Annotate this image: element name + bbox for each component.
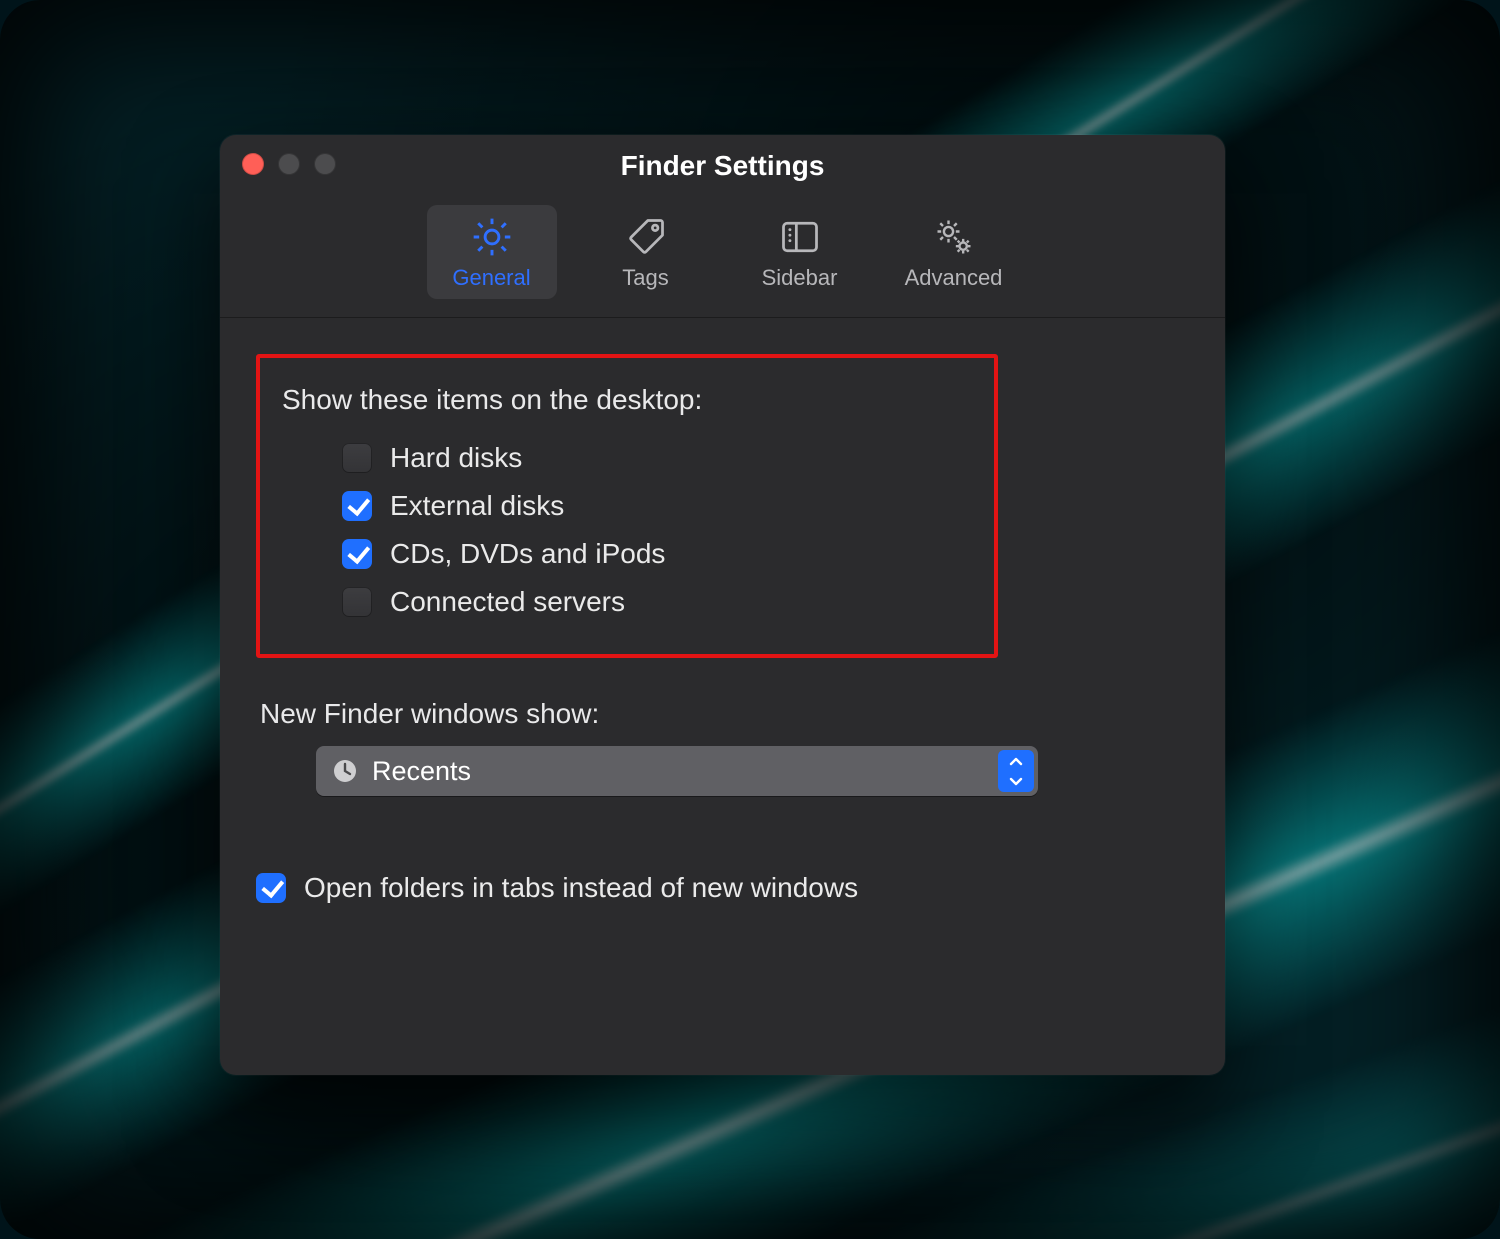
- gear-icon: [469, 215, 515, 259]
- checkbox-label: CDs, DVDs and iPods: [390, 538, 665, 570]
- checkbox-hard-disks[interactable]: [342, 443, 372, 473]
- checkbox-cds-dvds-ipods[interactable]: [342, 539, 372, 569]
- sidebar-icon: [777, 215, 823, 259]
- select-stepper[interactable]: [998, 750, 1034, 792]
- checkbox-row-hard-disks[interactable]: Hard disks: [282, 434, 972, 482]
- tab-tags[interactable]: Tags: [581, 205, 711, 299]
- checkbox-label: Connected servers: [390, 586, 625, 618]
- tag-icon: [623, 215, 669, 259]
- tabs-option-section: Open folders in tabs instead of new wind…: [256, 864, 1189, 912]
- tab-sidebar[interactable]: Sidebar: [735, 205, 865, 299]
- desktop-items-section-highlight: Show these items on the desktop: Hard di…: [256, 354, 998, 658]
- checkbox-label: Open folders in tabs instead of new wind…: [304, 872, 858, 904]
- new-finder-windows-label: New Finder windows show:: [260, 698, 1189, 730]
- checkbox-label: External disks: [390, 490, 564, 522]
- select-value: Recents: [372, 756, 471, 787]
- window-zoom-button[interactable]: [314, 153, 336, 175]
- tab-advanced[interactable]: Advanced: [889, 205, 1019, 299]
- checkbox-row-cds-dvds-ipods[interactable]: CDs, DVDs and iPods: [282, 530, 972, 578]
- tab-label: General: [452, 265, 530, 291]
- checkbox-external-disks[interactable]: [342, 491, 372, 521]
- tab-label: Advanced: [905, 265, 1003, 291]
- checkbox-row-open-in-tabs[interactable]: Open folders in tabs instead of new wind…: [256, 864, 1189, 912]
- tab-general[interactable]: General: [427, 205, 557, 299]
- titlebar: Finder Settings: [220, 135, 1225, 197]
- checkbox-row-external-disks[interactable]: External disks: [282, 482, 972, 530]
- finder-settings-window: Finder Settings General Tags: [220, 135, 1225, 1075]
- gears-icon: [931, 215, 977, 259]
- desktop-items-label: Show these items on the desktop:: [282, 384, 972, 416]
- traffic-lights: [242, 153, 336, 175]
- checkbox-connected-servers[interactable]: [342, 587, 372, 617]
- checkbox-open-in-tabs[interactable]: [256, 873, 286, 903]
- chevron-down-icon: [998, 771, 1034, 792]
- window-title: Finder Settings: [621, 150, 825, 182]
- chevron-up-icon: [998, 750, 1034, 771]
- window-close-button[interactable]: [242, 153, 264, 175]
- tab-label: Tags: [622, 265, 668, 291]
- new-finder-windows-select[interactable]: Recents: [316, 746, 1038, 796]
- settings-content: Show these items on the desktop: Hard di…: [220, 318, 1225, 932]
- clock-icon: [332, 758, 358, 784]
- new-finder-windows-section: New Finder windows show: Recents: [256, 698, 1189, 796]
- checkbox-row-connected-servers[interactable]: Connected servers: [282, 578, 972, 626]
- settings-toolbar: General Tags Sidebar: [220, 197, 1225, 318]
- tab-label: Sidebar: [762, 265, 838, 291]
- window-minimize-button[interactable]: [278, 153, 300, 175]
- checkbox-label: Hard disks: [390, 442, 522, 474]
